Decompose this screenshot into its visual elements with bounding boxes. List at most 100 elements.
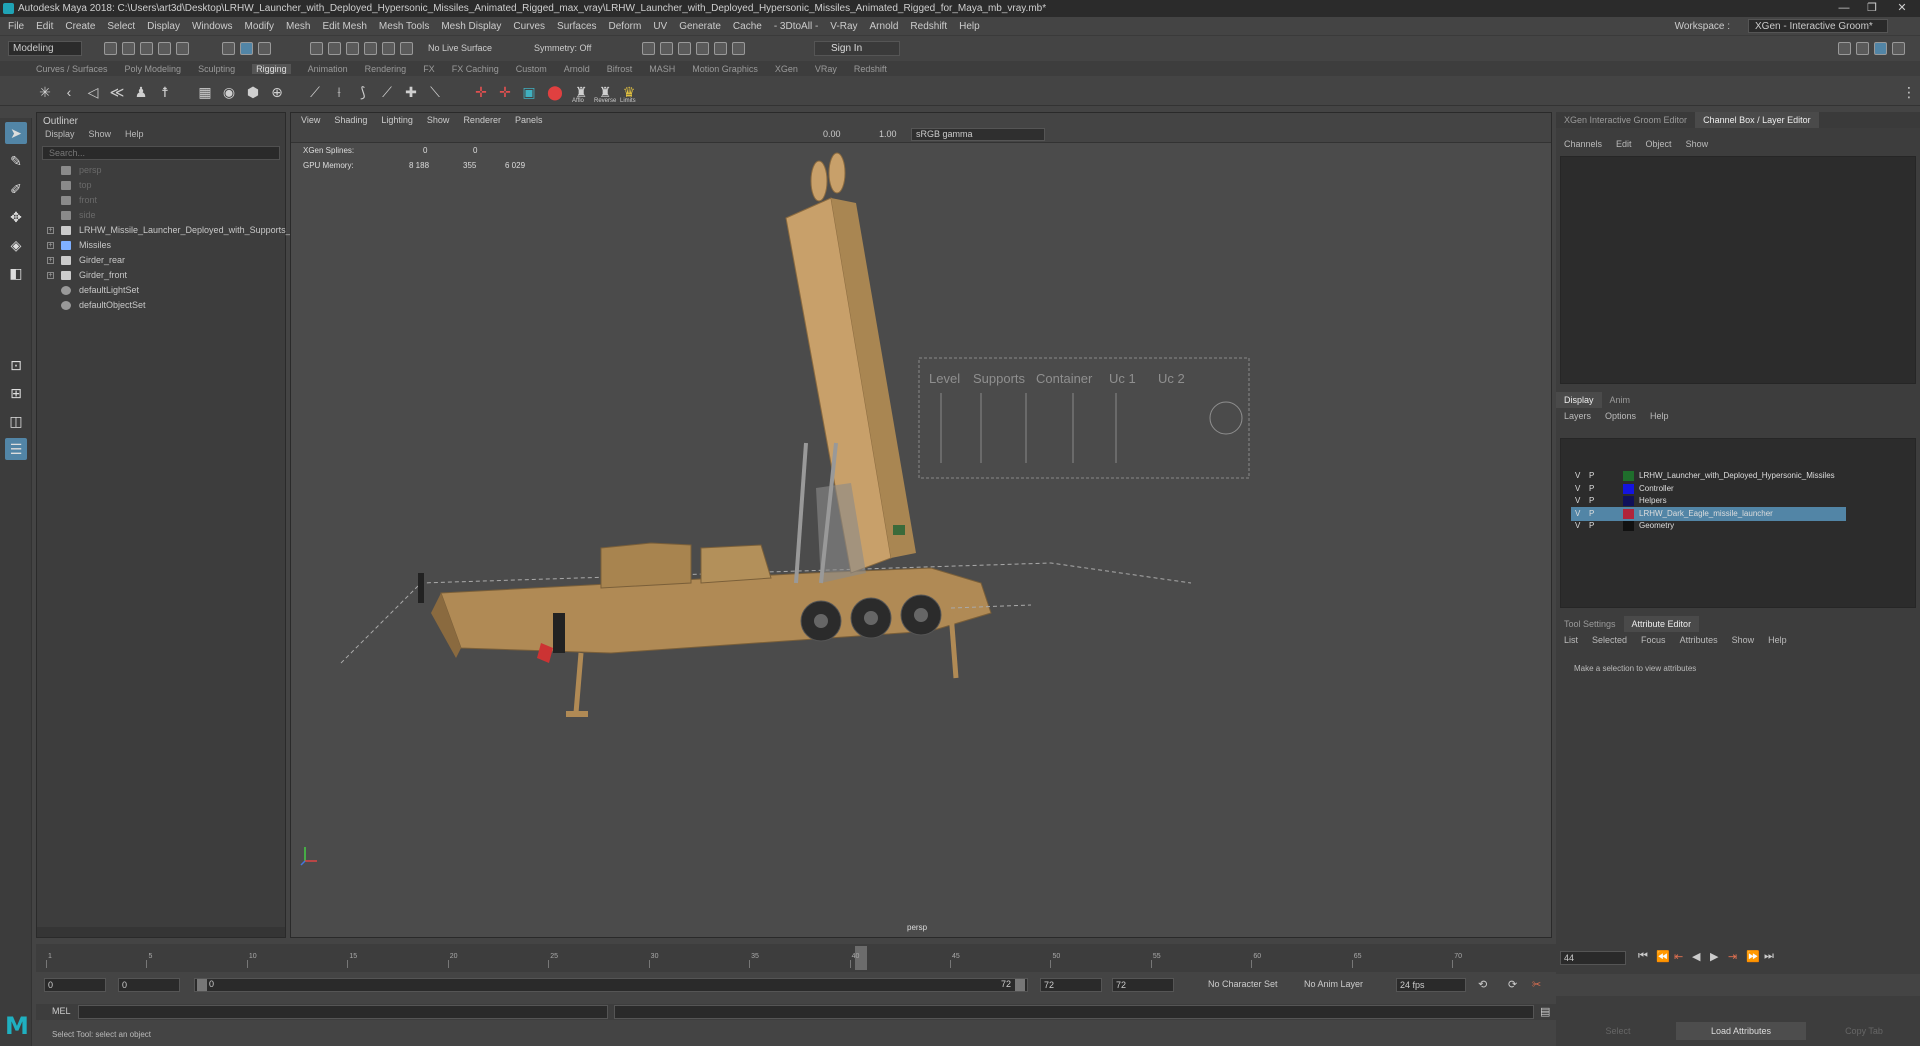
rotate-tool-icon[interactable]: ◈ <box>5 234 27 256</box>
ik-handle-icon[interactable]: ⟋ <box>306 83 324 101</box>
lasso-tool-icon[interactable]: ✎ <box>5 150 27 172</box>
scene-end-field[interactable]: 72 <box>1112 978 1174 992</box>
snap-view-plane-icon[interactable] <box>382 42 395 55</box>
attr-menu-attributes[interactable]: Attributes <box>1680 635 1718 645</box>
gamma-value[interactable]: 1.00 <box>879 129 897 139</box>
menu-surfaces[interactable]: Surfaces <box>557 21 596 32</box>
time-slider[interactable]: 1 5 10 15 20 25 30 35 40 45 50 55 60 65 70 <box>36 944 1552 972</box>
step-forward-key-icon[interactable]: ⏩ <box>1746 950 1760 963</box>
snap-point-icon[interactable] <box>346 42 359 55</box>
shelf-tab-custom[interactable]: Custom <box>516 64 547 74</box>
channel-menu-object[interactable]: Object <box>1646 139 1672 149</box>
move-tool-icon[interactable]: ✥ <box>5 206 27 228</box>
create-joints-icon[interactable]: ✳ <box>36 83 54 101</box>
layer-menu-help[interactable]: Help <box>1650 411 1669 421</box>
outliner-item[interactable]: + Girder_rear <box>37 253 285 268</box>
menu-edit-mesh[interactable]: Edit Mesh <box>322 21 366 32</box>
range-slider[interactable]: 0 72 <box>194 978 1028 992</box>
shelf-tab-redshift[interactable]: Redshift <box>854 64 887 74</box>
tab-attribute-editor[interactable]: Attribute Editor <box>1623 616 1700 632</box>
smooth-bind-icon[interactable]: ◉ <box>220 83 238 101</box>
outliner-item[interactable]: + LRHW_Missile_Launcher_Deployed_with_Sup… <box>37 223 297 238</box>
shelf-menu-icon[interactable]: ⋮ <box>1900 83 1918 101</box>
range-slider-end-handle[interactable] <box>1015 979 1025 991</box>
shelf-tab-motion-graphics[interactable]: Motion Graphics <box>692 64 758 74</box>
attr-menu-selected[interactable]: Selected <box>1592 635 1627 645</box>
viewport-menu-show[interactable]: Show <box>427 115 450 125</box>
close-button[interactable]: ✕ <box>1888 0 1916 17</box>
paint-weights-icon[interactable]: ⬢ <box>244 83 262 101</box>
cluster-icon[interactable]: ✚ <box>402 83 420 101</box>
outliner-menu-show[interactable]: Show <box>89 129 112 143</box>
snap-live-icon[interactable] <box>400 42 413 55</box>
menu-arnold[interactable]: Arnold <box>870 21 899 32</box>
step-back-frame-icon[interactable]: ⇤ <box>1674 950 1683 963</box>
range-slider-start-handle[interactable] <box>197 979 207 991</box>
single-perspective-layout-icon[interactable]: ⊡ <box>5 354 27 376</box>
select-tool-icon[interactable]: ➤ <box>5 122 27 144</box>
menu-help[interactable]: Help <box>959 21 980 32</box>
ipr-render-icon[interactable] <box>660 42 673 55</box>
copy-tab-button[interactable]: Copy Tab <box>1812 1022 1916 1040</box>
attr-menu-show[interactable]: Show <box>1732 635 1755 645</box>
locator-icon[interactable]: ⟋ <box>378 83 396 101</box>
minimize-button[interactable]: — <box>1830 0 1858 17</box>
menu-create[interactable]: Create <box>65 21 95 32</box>
menu-uv[interactable]: UV <box>653 21 667 32</box>
shelf-tab-poly-modeling[interactable]: Poly Modeling <box>125 64 182 74</box>
command-language-label[interactable]: MEL <box>52 1006 71 1016</box>
open-scene-icon[interactable] <box>122 42 135 55</box>
viewport-canvas[interactable]: Level Supports Container Uc 1 Uc 2 <box>291 143 1551 939</box>
current-frame-field[interactable]: 44 <box>1560 951 1626 965</box>
expand-icon[interactable]: + <box>47 272 54 279</box>
ik-spline-icon[interactable]: ⟊ <box>330 83 348 101</box>
play-backwards-icon[interactable]: ◀ <box>1692 950 1700 963</box>
ik-spline-handle-icon[interactable]: ⟆ <box>354 83 372 101</box>
menu-set-dropdown[interactable]: Modeling <box>8 41 82 56</box>
channel-menu-channels[interactable]: Channels <box>1564 139 1602 149</box>
snap-grid-icon[interactable] <box>310 42 323 55</box>
fps-dropdown[interactable]: 24 fps <box>1396 978 1466 992</box>
menu-file[interactable]: File <box>8 21 24 32</box>
shelf-tab-fx[interactable]: FX <box>423 64 435 74</box>
toggle-attribute-editor-icon[interactable] <box>1856 42 1869 55</box>
menu-cache[interactable]: Cache <box>733 21 762 32</box>
shelf-tab-sculpting[interactable]: Sculpting <box>198 64 235 74</box>
symmetry-label[interactable]: Symmetry: Off <box>534 43 591 53</box>
workspace-dropdown[interactable]: XGen - Interactive Groom* <box>1748 19 1888 33</box>
menu-windows[interactable]: Windows <box>192 21 233 32</box>
viewport-menu-view[interactable]: View <box>301 115 320 125</box>
outliner-search-input[interactable]: Search... <box>42 146 280 160</box>
shelf-tab-animation[interactable]: Animation <box>308 64 348 74</box>
layer-menu-layers[interactable]: Layers <box>1564 411 1591 421</box>
orient-constraint-icon[interactable]: ⬤ <box>546 83 564 101</box>
exposure-value[interactable]: 0.00 <box>823 129 841 139</box>
hypershade-icon[interactable] <box>696 42 709 55</box>
attr-menu-focus[interactable]: Focus <box>1641 635 1666 645</box>
shelf-tab-curves-surfaces[interactable]: Curves / Surfaces <box>36 64 108 74</box>
step-forward-frame-icon[interactable]: ⇥ <box>1728 950 1737 963</box>
shelf-tab-fx-caching[interactable]: FX Caching <box>452 64 499 74</box>
layer-playback-toggle[interactable]: P <box>1589 519 1594 533</box>
outliner-item[interactable]: side <box>37 208 285 223</box>
anim-preferences-icon[interactable]: ✂ <box>1532 978 1541 991</box>
viewport-menu-lighting[interactable]: Lighting <box>381 115 413 125</box>
display-layer-row[interactable]: V P Geometry <box>1571 519 1846 533</box>
new-scene-icon[interactable] <box>104 42 117 55</box>
loop-icon[interactable]: ⟲ <box>1478 978 1487 991</box>
go-to-start-icon[interactable]: ⏮ <box>1638 950 1648 963</box>
color-space-dropdown[interactable]: sRGB gamma <box>911 128 1045 141</box>
shelf-tab-rigging[interactable]: Rigging <box>252 63 291 74</box>
menu-generate[interactable]: Generate <box>679 21 721 32</box>
point-constraint-icon[interactable]: ✛ <box>496 83 514 101</box>
expand-icon[interactable]: + <box>47 242 54 249</box>
menu-mesh[interactable]: Mesh <box>286 21 310 32</box>
outliner-scrollbar[interactable] <box>37 927 285 937</box>
attr-menu-help[interactable]: Help <box>1768 635 1787 645</box>
sign-in-button[interactable]: Sign In <box>814 41 900 56</box>
menu-deform[interactable]: Deform <box>609 21 642 32</box>
tab-display-layers[interactable]: Display <box>1556 392 1602 408</box>
channel-menu-edit[interactable]: Edit <box>1616 139 1632 149</box>
aim-constraint-icon[interactable]: ▣ <box>520 83 538 101</box>
outliner-menu-help[interactable]: Help <box>125 129 144 143</box>
